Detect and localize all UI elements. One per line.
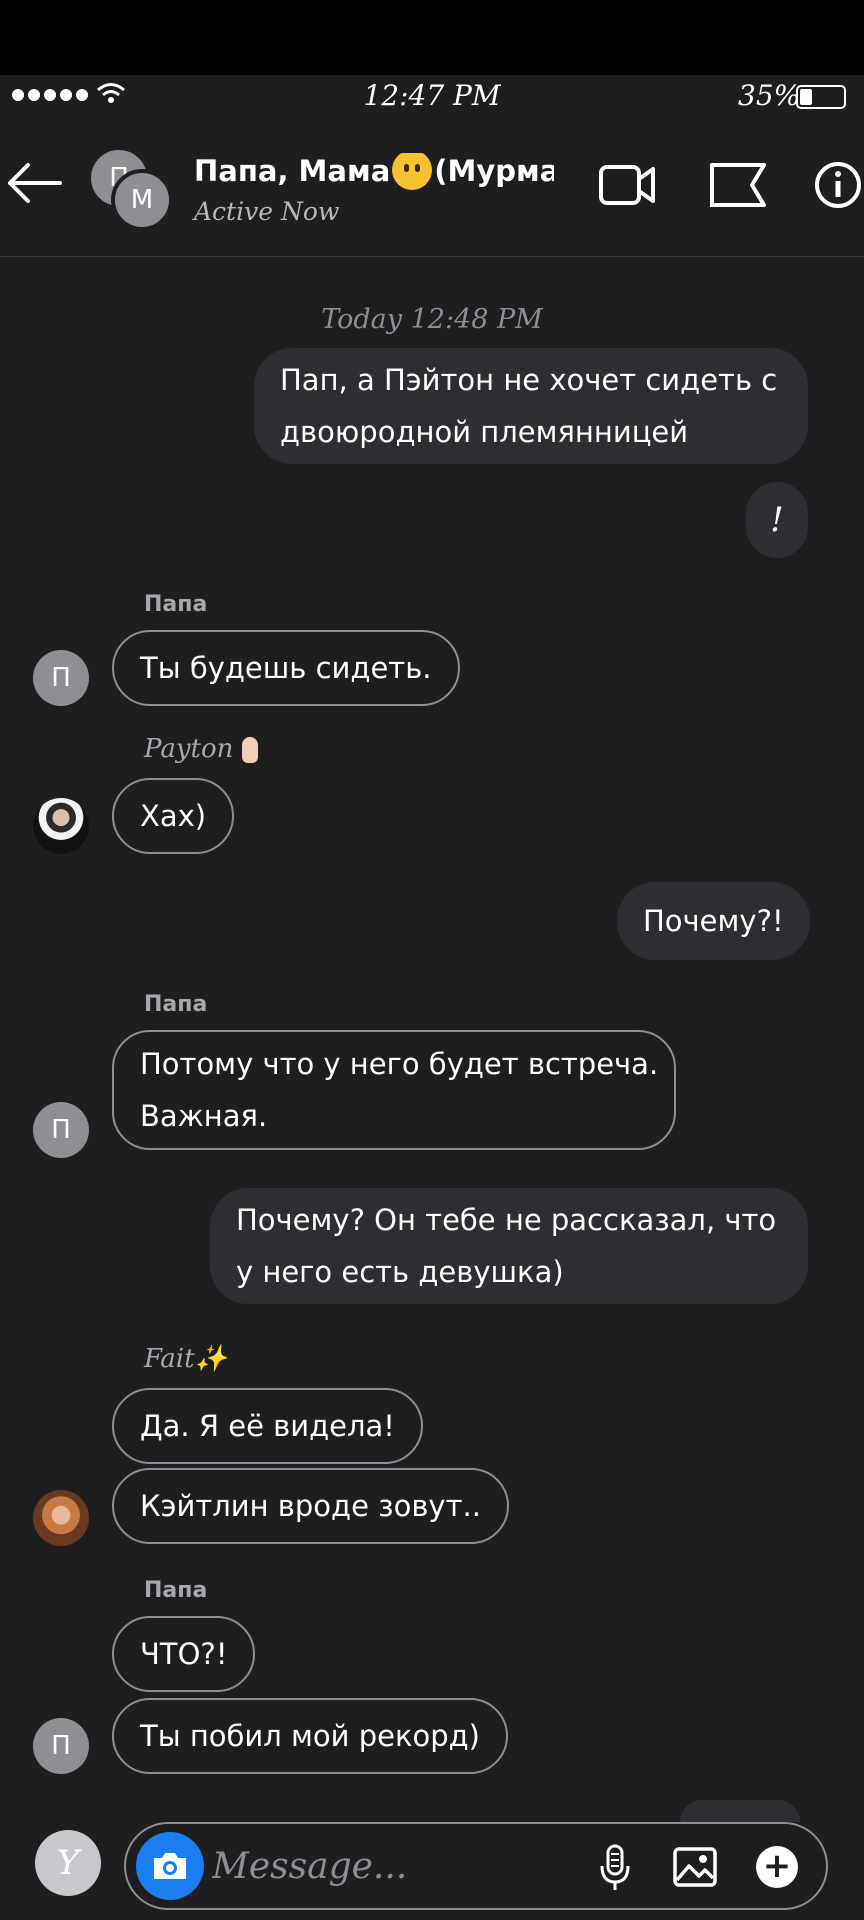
sender-name: Папа [144,1578,208,1603]
message-bubble-incoming[interactable]: Потому что у него будет встреча. Важная. [112,1030,676,1150]
sender-avatar[interactable]: П [33,650,89,706]
message-line: Почему? Он тебе не рассказал, что [236,1203,777,1237]
no-mouth-face-emoji-icon [392,153,433,190]
message-line: двоюродной племянницей [280,415,689,449]
sender-name: Payton [144,734,258,764]
image-icon[interactable] [672,1846,718,1888]
message-bubble-incoming[interactable]: Да. Я её видела! [112,1388,423,1464]
sender-avatar[interactable]: П [33,1102,89,1158]
status-bar: 12:47 PM 35% [0,75,864,119]
sender-name: Папа [144,992,208,1017]
microphone-icon[interactable] [598,1844,632,1892]
video-call-icon[interactable] [598,161,656,209]
message-line: у него есть девушка) [236,1255,564,1289]
sender-name-text: Fait [144,1344,195,1374]
message-line: Важная. [140,1099,268,1133]
sender-avatar[interactable]: П [33,1718,89,1774]
chat-status: Active Now [194,197,340,226]
info-icon[interactable] [814,161,862,209]
message-bubble-incoming[interactable]: Ты побил мой рекорд) [112,1698,508,1774]
message-bubble-outgoing[interactable]: Почему?! [617,882,810,960]
back-arrow-icon[interactable] [4,161,64,205]
chat-title[interactable]: Папа, Мама (Мурма... [194,153,554,193]
message-bubble-incoming[interactable]: Кэйтлин вроде зовут.. [112,1468,509,1544]
camera-icon [154,1853,186,1879]
battery-percentage: 35% [738,79,801,112]
group-avatar-front[interactable]: М [111,169,173,231]
sender-name-text: Payton [144,734,234,764]
message-input[interactable] [212,1842,592,1890]
sender-avatar-photo[interactable] [33,798,89,854]
battery-icon [796,85,846,109]
sender-name: Папа [144,592,208,617]
top-black-band [0,0,864,75]
plus-icon[interactable]: + [756,1846,798,1888]
message-bubble-incoming[interactable]: ЧТО?! [112,1616,256,1692]
message-bubble-outgoing[interactable]: ! [746,482,808,558]
flag-icon[interactable] [708,161,768,209]
sender-name: Fait✨ [144,1344,227,1374]
sender-avatar-photo[interactable] [33,1490,89,1546]
chat-header: П М Папа, Мама(Мурма... Active Now [0,119,864,257]
chat-screen: 12:47 PM 35% П М Папа, Мама (Мурма... Act… [0,0,864,1920]
message-bubble-incoming[interactable]: Хах) [112,778,235,854]
message-line: Пап, а Пэйтон не хочет сидеть с [280,363,778,397]
message-bubble-outgoing[interactable]: Почему? Он тебе не рассказал, что у него… [210,1188,808,1304]
message-bubble-partial [680,1800,800,1822]
chat-title-part2: (Мурма... [434,154,554,188]
message-composer: + [124,1822,828,1910]
message-line: Потому что у него будет встреча. [140,1047,659,1081]
sparkles-emoji-icon: ✨ [194,1344,227,1374]
message-bubble-outgoing[interactable]: Пап, а Пэйтон не хочет сидеть с двоюродн… [254,348,808,464]
message-bubble-incoming[interactable]: Ты будешь сидеть. [112,630,460,706]
camera-button[interactable] [136,1832,204,1900]
chat-title-part1: Папа, Мама [194,154,391,188]
hand-gesture-emoji-icon [241,737,258,763]
timestamp: Today 12:48 PM [321,304,543,335]
status-time: 12:47 PM [363,79,501,112]
my-avatar[interactable]: Y [35,1830,101,1896]
